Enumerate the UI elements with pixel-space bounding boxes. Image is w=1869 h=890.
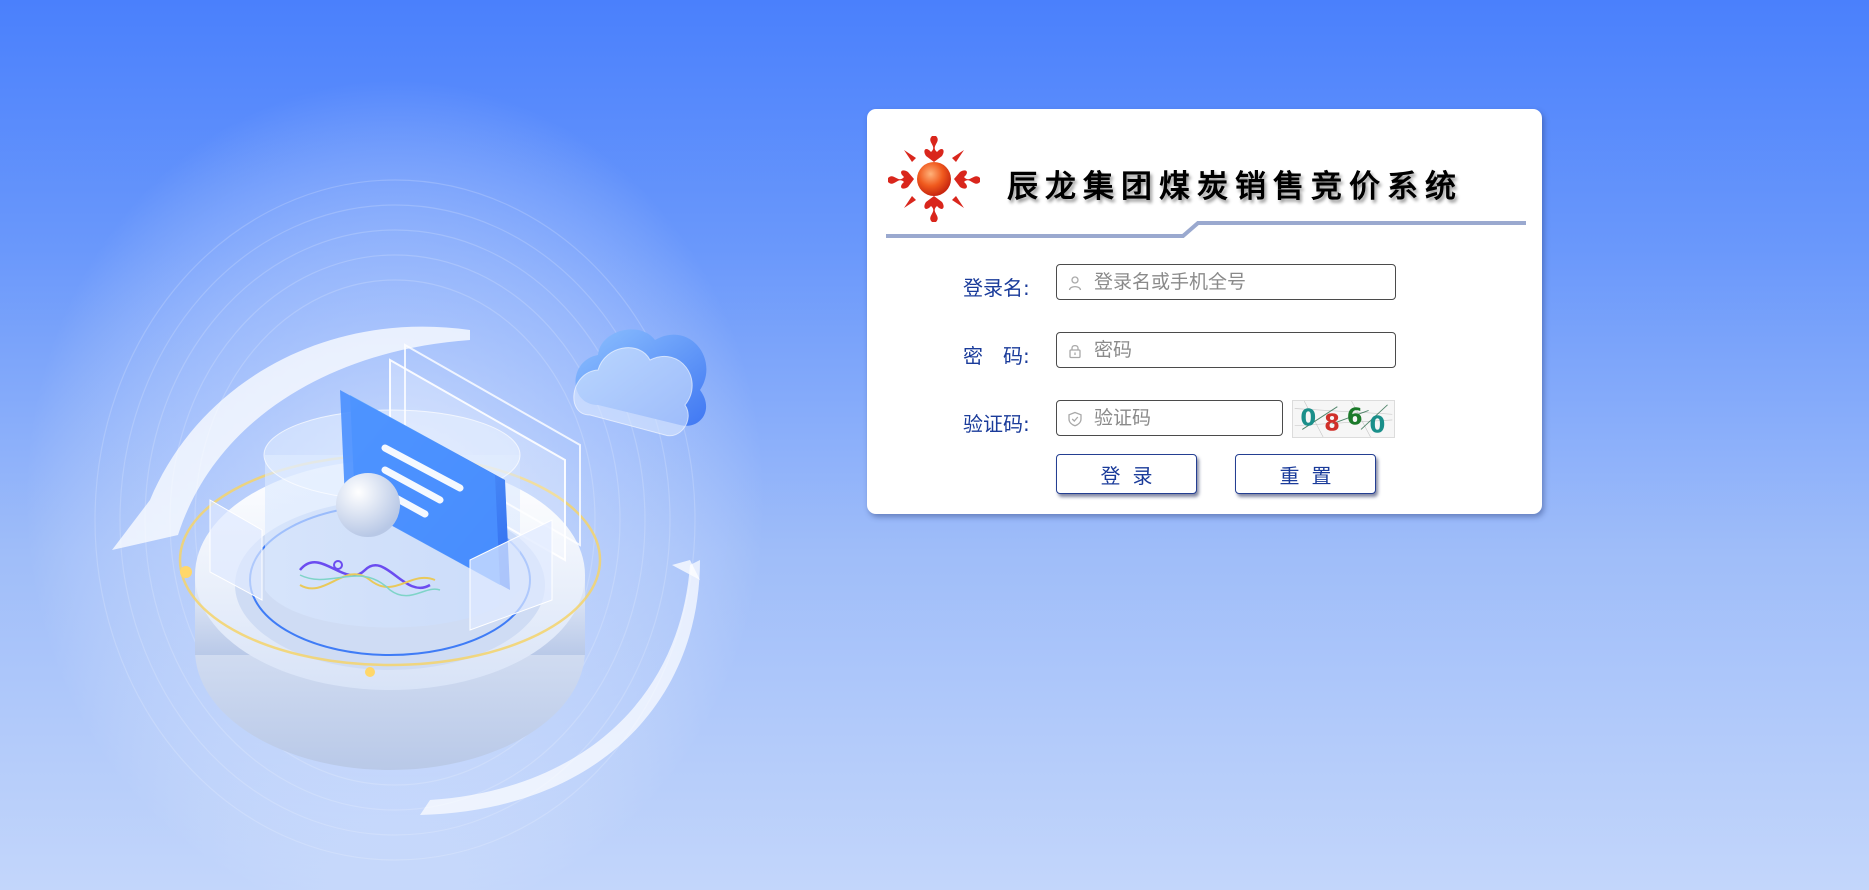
password-field [1056, 332, 1396, 368]
password-label: 密 码: [963, 344, 1030, 368]
hero-illustration [25, 80, 765, 890]
title-divider [886, 221, 1526, 238]
captcha-label: 验证码: [963, 412, 1030, 436]
user-icon [1068, 276, 1082, 291]
captcha-char: 6 [1347, 405, 1363, 431]
captcha-char: 0 [1370, 412, 1386, 438]
username-input[interactable] [1094, 267, 1384, 297]
captcha-image[interactable]: 0 8 6 0 [1292, 400, 1395, 438]
lock-icon [1069, 344, 1081, 359]
login-page: 辰龙集团煤炭销售竞价系统 登录名: 密 码: 验证码: [0, 0, 1869, 890]
login-button[interactable]: 登录 [1056, 454, 1197, 494]
captcha-char: 8 [1324, 410, 1340, 436]
captcha-char: 0 [1300, 406, 1316, 432]
shield-icon [1068, 411, 1082, 427]
reset-button[interactable]: 重置 [1235, 454, 1376, 494]
sun-emblem-logo [888, 136, 980, 222]
login-card: 辰龙集团煤炭销售竞价系统 登录名: 密 码: 验证码: [867, 109, 1542, 514]
captcha-input[interactable] [1094, 403, 1274, 433]
captcha-field [1056, 400, 1283, 436]
username-label: 登录名: [963, 276, 1030, 300]
username-field [1056, 264, 1396, 300]
system-title: 辰龙集团煤炭销售竞价系统 [1007, 169, 1463, 205]
password-input[interactable] [1094, 335, 1384, 365]
